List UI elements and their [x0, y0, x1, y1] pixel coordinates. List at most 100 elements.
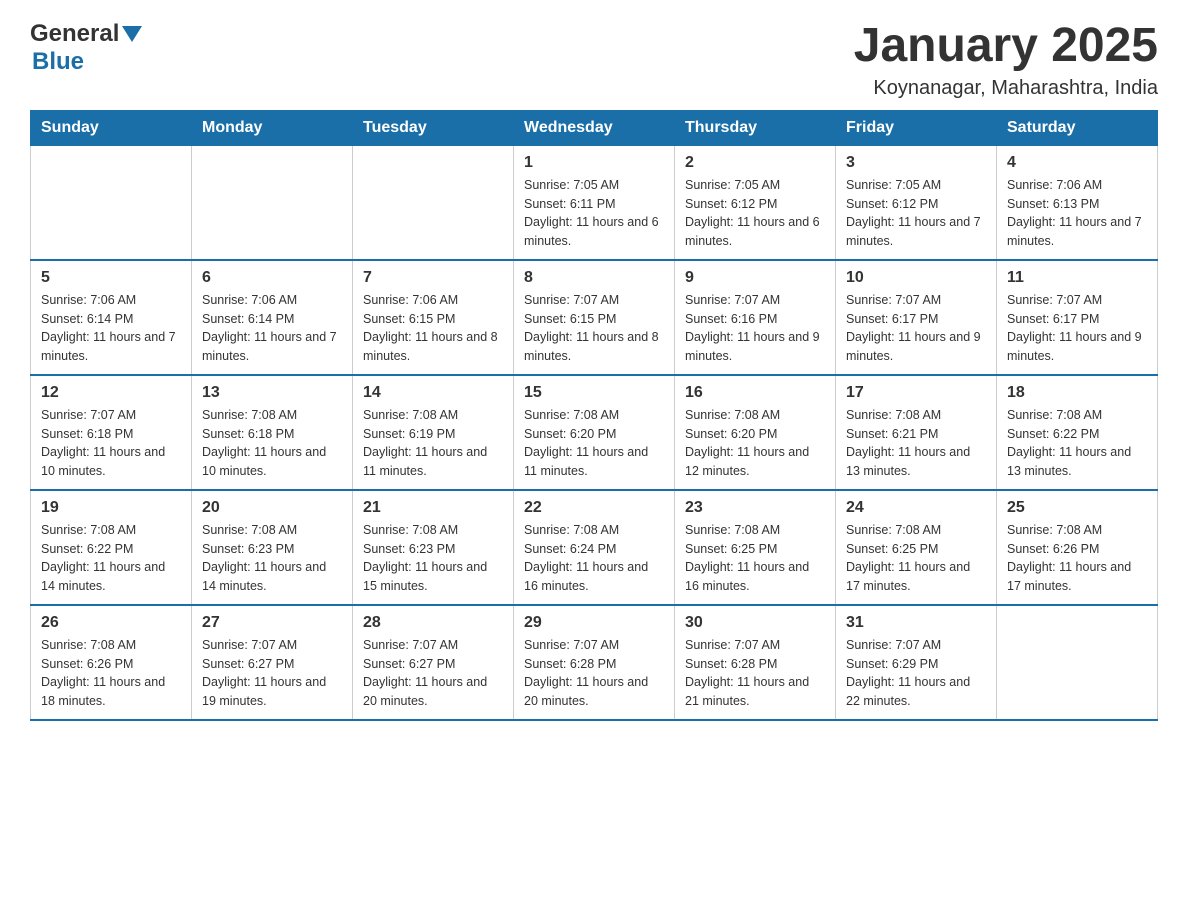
day-info: Sunrise: 7:06 AMSunset: 6:13 PMDaylight:…	[1007, 176, 1147, 251]
day-info: Sunrise: 7:07 AMSunset: 6:27 PMDaylight:…	[202, 636, 342, 711]
day-number: 28	[363, 614, 503, 632]
calendar-week-5: 26Sunrise: 7:08 AMSunset: 6:26 PMDayligh…	[31, 605, 1158, 720]
day-number: 2	[685, 154, 825, 172]
calendar-cell: 8 Sunrise: 7:07 AMSunset: 6:15 PMDaylight…	[514, 260, 675, 375]
day-number: 13	[202, 384, 342, 402]
day-number: 25	[1007, 499, 1147, 517]
day-info: Sunrise: 7:05 AMSunset: 6:12 PMDaylight:…	[685, 176, 825, 251]
day-info: Sunrise: 7:05 AMSunset: 6:12 PMDaylight:…	[846, 176, 986, 251]
logo-blue-text: Blue	[32, 48, 84, 76]
logo-triangle-icon	[122, 26, 142, 42]
calendar-subtitle: Koynanagar, Maharashtra, India	[854, 77, 1158, 100]
day-info: Sunrise: 7:08 AMSunset: 6:26 PMDaylight:…	[41, 636, 181, 711]
day-info: Sunrise: 7:08 AMSunset: 6:19 PMDaylight:…	[363, 406, 503, 481]
day-info: Sunrise: 7:07 AMSunset: 6:15 PMDaylight:…	[524, 291, 664, 366]
day-info: Sunrise: 7:07 AMSunset: 6:28 PMDaylight:…	[685, 636, 825, 711]
day-info: Sunrise: 7:07 AMSunset: 6:17 PMDaylight:…	[846, 291, 986, 366]
day-number: 17	[846, 384, 986, 402]
day-info: Sunrise: 7:07 AMSunset: 6:27 PMDaylight:…	[363, 636, 503, 711]
header-day-thursday: Thursday	[675, 110, 836, 145]
day-number: 19	[41, 499, 181, 517]
logo-general-text: General	[30, 20, 119, 48]
day-number: 11	[1007, 269, 1147, 287]
header-day-saturday: Saturday	[997, 110, 1158, 145]
calendar-cell: 31 Sunrise: 7:07 AMSunset: 6:29 PMDayligh…	[836, 605, 997, 720]
day-number: 7	[363, 269, 503, 287]
calendar-cell	[31, 145, 192, 260]
calendar-cell: 12 Sunrise: 7:07 AMSunset: 6:18 PMDayligh…	[31, 375, 192, 490]
header-day-monday: Monday	[192, 110, 353, 145]
day-info: Sunrise: 7:06 AMSunset: 6:14 PMDaylight:…	[202, 291, 342, 366]
day-number: 15	[524, 384, 664, 402]
calendar-table: SundayMondayTuesdayWednesdayThursdayFrid…	[30, 110, 1158, 721]
day-number: 27	[202, 614, 342, 632]
day-info: Sunrise: 7:08 AMSunset: 6:23 PMDaylight:…	[363, 521, 503, 596]
day-number: 4	[1007, 154, 1147, 172]
calendar-cell: 27 Sunrise: 7:07 AMSunset: 6:27 PMDayligh…	[192, 605, 353, 720]
day-info: Sunrise: 7:07 AMSunset: 6:28 PMDaylight:…	[524, 636, 664, 711]
header-day-sunday: Sunday	[31, 110, 192, 145]
day-number: 3	[846, 154, 986, 172]
calendar-cell: 21Sunrise: 7:08 AMSunset: 6:23 PMDayligh…	[353, 490, 514, 605]
calendar-title: January 2025	[854, 20, 1158, 73]
day-info: Sunrise: 7:08 AMSunset: 6:26 PMDaylight:…	[1007, 521, 1147, 596]
day-info: Sunrise: 7:07 AMSunset: 6:17 PMDaylight:…	[1007, 291, 1147, 366]
day-number: 31	[846, 614, 986, 632]
day-number: 12	[41, 384, 181, 402]
day-info: Sunrise: 7:08 AMSunset: 6:18 PMDaylight:…	[202, 406, 342, 481]
calendar-cell: 3 Sunrise: 7:05 AMSunset: 6:12 PMDaylight…	[836, 145, 997, 260]
calendar-cell: 28 Sunrise: 7:07 AMSunset: 6:27 PMDayligh…	[353, 605, 514, 720]
calendar-cell	[353, 145, 514, 260]
day-number: 5	[41, 269, 181, 287]
calendar-cell: 17 Sunrise: 7:08 AMSunset: 6:21 PMDayligh…	[836, 375, 997, 490]
calendar-week-2: 5 Sunrise: 7:06 AMSunset: 6:14 PMDaylight…	[31, 260, 1158, 375]
header-day-tuesday: Tuesday	[353, 110, 514, 145]
calendar-cell: 26Sunrise: 7:08 AMSunset: 6:26 PMDayligh…	[31, 605, 192, 720]
calendar-cell: 14 Sunrise: 7:08 AMSunset: 6:19 PMDayligh…	[353, 375, 514, 490]
calendar-week-1: 1Sunrise: 7:05 AMSunset: 6:11 PMDaylight…	[31, 145, 1158, 260]
calendar-cell: 13 Sunrise: 7:08 AMSunset: 6:18 PMDayligh…	[192, 375, 353, 490]
calendar-cell: 1Sunrise: 7:05 AMSunset: 6:11 PMDaylight…	[514, 145, 675, 260]
header-day-wednesday: Wednesday	[514, 110, 675, 145]
day-number: 20	[202, 499, 342, 517]
day-number: 6	[202, 269, 342, 287]
day-info: Sunrise: 7:07 AMSunset: 6:18 PMDaylight:…	[41, 406, 181, 481]
day-number: 24	[846, 499, 986, 517]
day-number: 10	[846, 269, 986, 287]
day-number: 23	[685, 499, 825, 517]
day-number: 9	[685, 269, 825, 287]
day-info: Sunrise: 7:08 AMSunset: 6:25 PMDaylight:…	[846, 521, 986, 596]
day-info: Sunrise: 7:08 AMSunset: 6:22 PMDaylight:…	[41, 521, 181, 596]
day-info: Sunrise: 7:08 AMSunset: 6:20 PMDaylight:…	[685, 406, 825, 481]
calendar-week-4: 19 Sunrise: 7:08 AMSunset: 6:22 PMDayligh…	[31, 490, 1158, 605]
day-info: Sunrise: 7:08 AMSunset: 6:23 PMDaylight:…	[202, 521, 342, 596]
calendar-cell: 29Sunrise: 7:07 AMSunset: 6:28 PMDayligh…	[514, 605, 675, 720]
day-number: 22	[524, 499, 664, 517]
calendar-cell: 9 Sunrise: 7:07 AMSunset: 6:16 PMDaylight…	[675, 260, 836, 375]
calendar-cell: 5Sunrise: 7:06 AMSunset: 6:14 PMDaylight…	[31, 260, 192, 375]
calendar-cell: 19 Sunrise: 7:08 AMSunset: 6:22 PMDayligh…	[31, 490, 192, 605]
day-number: 30	[685, 614, 825, 632]
calendar-body: 1Sunrise: 7:05 AMSunset: 6:11 PMDaylight…	[31, 145, 1158, 720]
calendar-cell: 6 Sunrise: 7:06 AMSunset: 6:14 PMDaylight…	[192, 260, 353, 375]
day-info: Sunrise: 7:08 AMSunset: 6:24 PMDaylight:…	[524, 521, 664, 596]
calendar-cell: 16 Sunrise: 7:08 AMSunset: 6:20 PMDayligh…	[675, 375, 836, 490]
day-number: 16	[685, 384, 825, 402]
day-number: 14	[363, 384, 503, 402]
page-header: General Blue January 2025 Koynanagar, Ma…	[30, 20, 1158, 100]
calendar-header: SundayMondayTuesdayWednesdayThursdayFrid…	[31, 110, 1158, 145]
calendar-cell: 25 Sunrise: 7:08 AMSunset: 6:26 PMDayligh…	[997, 490, 1158, 605]
calendar-cell: 2 Sunrise: 7:05 AMSunset: 6:12 PMDaylight…	[675, 145, 836, 260]
calendar-cell: 24 Sunrise: 7:08 AMSunset: 6:25 PMDayligh…	[836, 490, 997, 605]
day-info: Sunrise: 7:07 AMSunset: 6:29 PMDaylight:…	[846, 636, 986, 711]
calendar-cell: 20 Sunrise: 7:08 AMSunset: 6:23 PMDayligh…	[192, 490, 353, 605]
title-block: January 2025 Koynanagar, Maharashtra, In…	[854, 20, 1158, 100]
day-info: Sunrise: 7:08 AMSunset: 6:21 PMDaylight:…	[846, 406, 986, 481]
calendar-cell	[997, 605, 1158, 720]
day-info: Sunrise: 7:07 AMSunset: 6:16 PMDaylight:…	[685, 291, 825, 366]
day-number: 8	[524, 269, 664, 287]
calendar-week-3: 12 Sunrise: 7:07 AMSunset: 6:18 PMDayligh…	[31, 375, 1158, 490]
calendar-cell: 4 Sunrise: 7:06 AMSunset: 6:13 PMDaylight…	[997, 145, 1158, 260]
calendar-cell: 30 Sunrise: 7:07 AMSunset: 6:28 PMDayligh…	[675, 605, 836, 720]
calendar-cell: 11 Sunrise: 7:07 AMSunset: 6:17 PMDayligh…	[997, 260, 1158, 375]
